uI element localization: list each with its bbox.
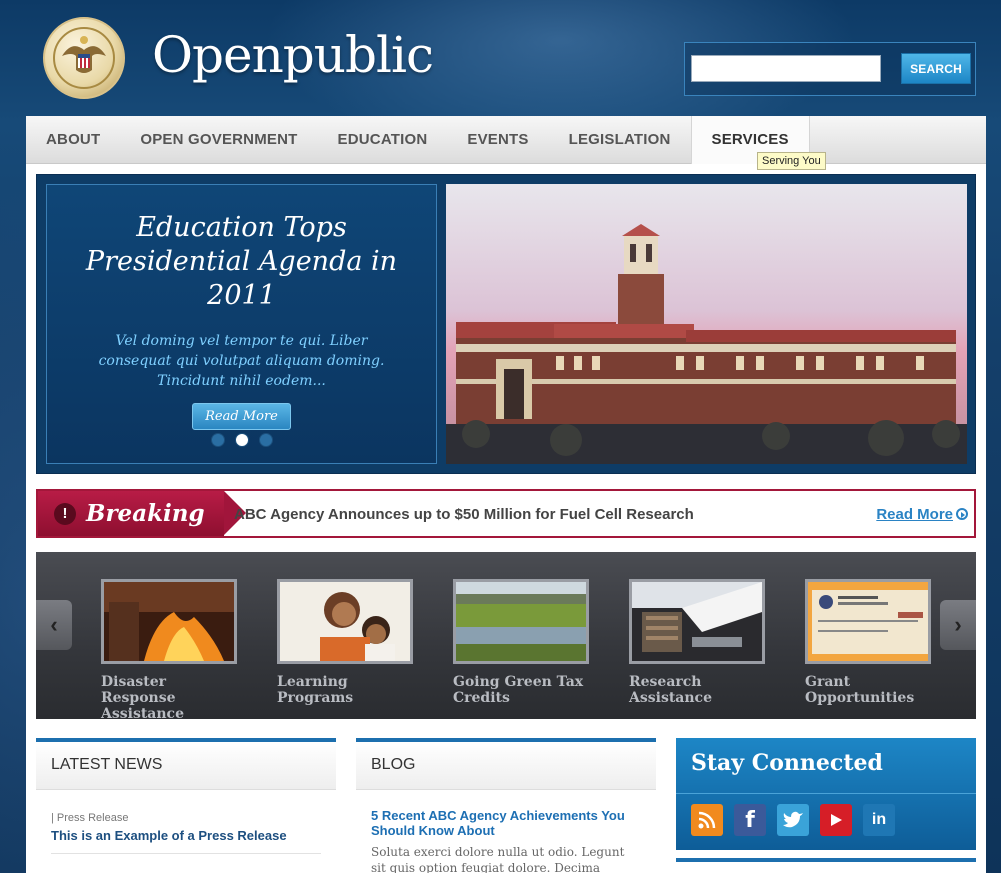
circle-arrow-icon bbox=[956, 508, 968, 520]
nav-item-education[interactable]: EDUCATION bbox=[318, 116, 448, 164]
latest-news-heading: LATEST NEWS bbox=[36, 742, 336, 790]
linkedin-icon[interactable]: in bbox=[863, 804, 895, 836]
services-carousel: ‹ › Disaster Response Assistance Learnin… bbox=[36, 552, 976, 722]
carousel-prev-button[interactable]: ‹ bbox=[36, 600, 72, 650]
slider-dot-2[interactable] bbox=[234, 433, 249, 447]
breaking-read-more-link[interactable]: Read More bbox=[876, 506, 968, 523]
carousel-item[interactable]: Going Green Tax Credits bbox=[453, 579, 589, 706]
facebook-icon[interactable]: f bbox=[734, 804, 766, 836]
news-item-title[interactable]: This is an Example of a Press Release bbox=[51, 828, 321, 843]
nav-tooltip: Serving You bbox=[757, 152, 826, 170]
wetland-photo bbox=[453, 579, 589, 664]
library-photo bbox=[629, 579, 765, 664]
stay-connected-box: Stay Connected f in bbox=[676, 738, 976, 850]
carousel-item[interactable]: Disaster Response Assistance bbox=[101, 579, 237, 722]
twitter-icon[interactable] bbox=[777, 804, 809, 836]
chevron-left-icon: ‹ bbox=[50, 612, 58, 637]
feature-description: Vel doming vel tempor te qui. Liber cons… bbox=[98, 333, 385, 389]
news-divider bbox=[51, 853, 321, 854]
breaking-label: Breaking bbox=[86, 500, 205, 527]
breaking-read-more-label: Read More bbox=[876, 506, 953, 523]
carousel-item-label: Going Green Tax Credits bbox=[453, 674, 584, 706]
youtube-icon[interactable] bbox=[820, 804, 852, 836]
stay-connected-lower-box bbox=[676, 858, 976, 873]
carousel-item-label: Disaster Response Assistance bbox=[101, 674, 184, 722]
rss-icon[interactable] bbox=[691, 804, 723, 836]
carousel-item[interactable]: Research Assistance bbox=[629, 579, 765, 706]
stay-connected-heading: Stay Connected bbox=[676, 738, 976, 794]
search-form: SEARCH bbox=[684, 42, 976, 96]
breaking-headline[interactable]: ABC Agency Announces up to $50 Million f… bbox=[234, 506, 694, 523]
university-building-photo bbox=[446, 184, 967, 464]
carousel-item-label: Learning Programs bbox=[277, 674, 354, 706]
check-photo bbox=[805, 579, 931, 664]
feature-read-more-button[interactable]: Read More bbox=[192, 403, 291, 430]
slider-dots bbox=[47, 433, 436, 447]
slider-dot-1[interactable] bbox=[210, 433, 225, 447]
chevron-right-icon: › bbox=[954, 612, 962, 637]
blog-heading: BLOG bbox=[356, 742, 656, 790]
main-nav: ABOUT OPEN GOVERNMENT EDUCATION EVENTS L… bbox=[26, 115, 986, 164]
breaking-tab: ! Breaking bbox=[38, 491, 246, 536]
social-icons: f in bbox=[676, 794, 976, 846]
eagle-seal-icon bbox=[53, 27, 115, 89]
feature-image[interactable] bbox=[446, 184, 967, 464]
blog-post-title[interactable]: 5 Recent ABC Agency Achievements You Sho… bbox=[371, 808, 641, 838]
blog-box: BLOG 5 Recent ABC Agency Achievements Yo… bbox=[356, 738, 656, 873]
slider-dot-3[interactable] bbox=[258, 433, 273, 447]
carousel-next-button[interactable]: › bbox=[940, 600, 976, 650]
nav-item-about[interactable]: ABOUT bbox=[26, 116, 120, 164]
latest-news-box: LATEST NEWS | Press Release This is an E… bbox=[36, 738, 336, 873]
nav-item-open-government[interactable]: OPEN GOVERNMENT bbox=[120, 116, 317, 164]
carousel-item[interactable]: Learning Programs bbox=[277, 579, 413, 706]
breaking-news-bar: ! Breaking ABC Agency Announces up to $5… bbox=[36, 489, 976, 538]
search-input[interactable] bbox=[691, 55, 881, 82]
family-photo bbox=[277, 579, 413, 664]
feature-title[interactable]: Education Tops Presidential Agenda in 20… bbox=[47, 211, 436, 313]
fire-photo bbox=[101, 579, 237, 664]
site-title[interactable]: Openpublic bbox=[152, 26, 434, 84]
alert-icon: ! bbox=[54, 502, 76, 525]
seal-logo[interactable] bbox=[43, 17, 125, 99]
feature-caption: Education Tops Presidential Agenda in 20… bbox=[46, 184, 437, 464]
carousel-item[interactable]: Grant Opportunities bbox=[805, 579, 941, 706]
blog-post-excerpt: Soluta exerci dolore nulla ut odio. Legu… bbox=[371, 845, 625, 873]
news-item-meta: | Press Release bbox=[51, 812, 129, 824]
nav-item-events[interactable]: EVENTS bbox=[447, 116, 548, 164]
nav-item-legislation[interactable]: LEGISLATION bbox=[549, 116, 691, 164]
search-button[interactable]: SEARCH bbox=[901, 53, 971, 84]
carousel-item-label: Research Assistance bbox=[629, 674, 712, 706]
carousel-item-label: Grant Opportunities bbox=[805, 674, 915, 706]
feature-slider: Education Tops Presidential Agenda in 20… bbox=[36, 174, 976, 474]
